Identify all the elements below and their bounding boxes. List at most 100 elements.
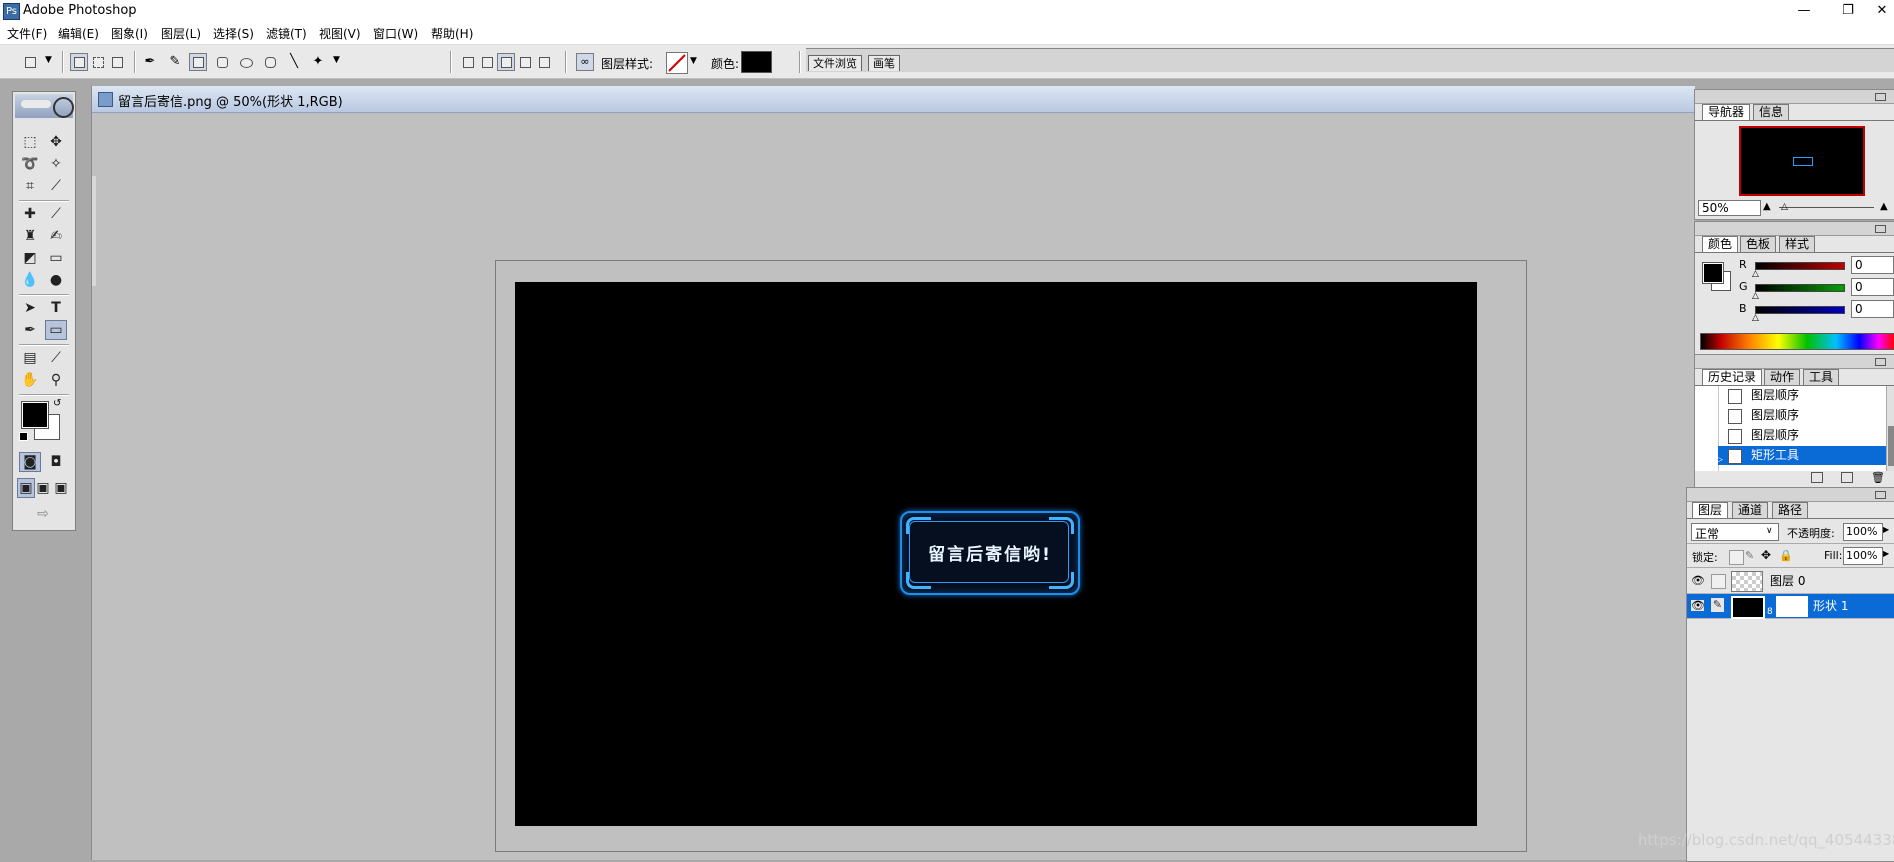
layer-row-selected[interactable]: 👁 ✎ 8 形状 1 xyxy=(1687,594,1894,619)
blue-slider[interactable] xyxy=(1755,306,1845,314)
pen-icon[interactable]: ✒ xyxy=(141,53,159,71)
minimize-button[interactable]: — xyxy=(1782,0,1826,22)
chevron-down-icon[interactable]: ▼ xyxy=(690,56,697,66)
tab-swatches[interactable]: 色板 xyxy=(1740,236,1777,252)
swap-colors-icon[interactable]: ↺ xyxy=(53,398,61,409)
history-item[interactable]: 图层顺序 xyxy=(1718,406,1886,425)
default-colors-icon[interactable] xyxy=(19,432,28,441)
panel-minimize-icon[interactable] xyxy=(1875,358,1886,366)
path-selection-icon[interactable]: ➤ xyxy=(19,298,41,318)
screen-mode-full-menu-icon[interactable]: ▣ xyxy=(35,478,51,498)
layer-style-picker[interactable] xyxy=(666,52,688,74)
intersect-shape-areas-button[interactable] xyxy=(516,53,534,71)
menu-select[interactable]: 选择(S) xyxy=(213,25,254,42)
menu-layer[interactable]: 图层(L) xyxy=(161,25,201,42)
notes-tool-icon[interactable]: ▤ xyxy=(19,348,41,368)
quick-mask-icon[interactable]: ◘ xyxy=(45,452,67,472)
lasso-tool-icon[interactable]: ➰ xyxy=(19,154,41,174)
dodge-tool-icon[interactable]: ● xyxy=(45,270,67,290)
blue-value-field[interactable]: 0 xyxy=(1851,300,1894,318)
menu-window[interactable]: 窗口(W) xyxy=(373,25,418,42)
panel-title-bar[interactable] xyxy=(1695,222,1894,236)
history-item[interactable]: 图层顺序 xyxy=(1718,386,1886,405)
green-slider-thumb[interactable]: △ xyxy=(1752,291,1759,301)
tab-info[interactable]: 信息 xyxy=(1753,104,1790,120)
history-slider-icon[interactable]: ▷ xyxy=(1716,451,1723,470)
foreground-color-swatch[interactable] xyxy=(1702,262,1724,284)
blur-tool-icon[interactable]: 💧 xyxy=(19,270,41,290)
link-icon[interactable]: ∞ xyxy=(576,53,594,71)
freeform-pen-icon[interactable]: ✎ xyxy=(166,53,184,71)
gradient-tool-icon[interactable]: ▭ xyxy=(45,248,67,268)
panel-minimize-icon[interactable] xyxy=(1875,93,1886,101)
menu-file[interactable]: 文件(F) xyxy=(7,25,47,42)
trash-icon[interactable]: 🗑 xyxy=(1871,471,1885,484)
tab-paths[interactable]: 路径 xyxy=(1772,502,1809,518)
tool-preset-picker[interactable] xyxy=(21,53,39,71)
lock-position-icon[interactable]: ✥ xyxy=(1761,548,1771,562)
lock-all-icon[interactable]: 🔒 xyxy=(1779,549,1793,562)
zoom-tool-icon[interactable]: ⚲ xyxy=(45,370,67,390)
crop-tool-icon[interactable]: ⌗ xyxy=(19,176,41,196)
chevron-down-icon[interactable]: ▼ xyxy=(333,55,340,65)
red-value-field[interactable]: 0 xyxy=(1851,256,1894,274)
tab-file-browser[interactable]: 文件浏览 xyxy=(808,55,862,71)
restore-button[interactable]: ❐ xyxy=(1826,0,1870,22)
clone-stamp-icon[interactable]: ♜ xyxy=(19,226,41,246)
history-scrollbar[interactable] xyxy=(1886,386,1894,471)
visibility-eye-icon[interactable]: 👁 xyxy=(1691,600,1705,611)
layer-row[interactable]: 👁 图层 0 xyxy=(1687,569,1894,594)
marquee-tool-icon[interactable]: ⬚ xyxy=(19,132,41,152)
fill-pixels-button[interactable] xyxy=(108,53,126,71)
ellipse-tool-button[interactable] xyxy=(237,53,255,71)
screen-mode-full-icon[interactable]: ▣ xyxy=(53,478,69,498)
zoom-out-icon[interactable]: ▲ xyxy=(1763,201,1771,212)
menu-view[interactable]: 视图(V) xyxy=(319,25,361,42)
lock-transparency-icon[interactable] xyxy=(1729,550,1744,565)
eraser-icon[interactable]: ◩ xyxy=(19,248,41,268)
tab-styles[interactable]: 样式 xyxy=(1779,236,1816,252)
history-item-selected[interactable]: ▷ 矩形工具 xyxy=(1716,446,1886,465)
history-item[interactable]: 图层顺序 xyxy=(1718,426,1886,445)
jump-to-imageready-icon[interactable]: ⇨ xyxy=(19,504,67,524)
tab-layers[interactable]: 图层 xyxy=(1692,502,1729,518)
standard-mode-icon[interactable]: ◙ xyxy=(19,452,41,472)
opacity-field[interactable]: 100% xyxy=(1843,523,1883,541)
line-tool-icon[interactable]: ╲ xyxy=(285,53,303,71)
add-to-shape-area-button[interactable] xyxy=(478,53,496,71)
visibility-eye-icon[interactable]: 👁 xyxy=(1691,575,1705,586)
type-tool-icon[interactable]: T xyxy=(45,298,67,318)
move-tool-icon[interactable]: ✥ xyxy=(45,132,67,152)
green-value-field[interactable]: 0 xyxy=(1851,278,1894,296)
canvas[interactable]: 留言后寄信哟! xyxy=(515,282,1477,826)
tab-actions[interactable]: 动作 xyxy=(1764,369,1801,385)
tab-color[interactable]: 颜色 xyxy=(1702,236,1739,252)
green-slider[interactable] xyxy=(1755,284,1845,292)
red-slider-thumb[interactable]: △ xyxy=(1752,269,1759,279)
brush-icon[interactable]: ✎ xyxy=(1711,598,1724,612)
zoom-slider[interactable] xyxy=(1779,207,1874,208)
panel-title-bar[interactable] xyxy=(1695,355,1894,369)
paths-button[interactable] xyxy=(89,53,107,71)
color-swatch[interactable] xyxy=(741,51,772,73)
new-snapshot-icon[interactable] xyxy=(1841,472,1853,483)
zoom-field[interactable]: 50% xyxy=(1698,200,1761,216)
blend-mode-select[interactable]: 正常 ∨ xyxy=(1691,523,1779,541)
scrollbar-thumb[interactable] xyxy=(1888,426,1894,466)
polygon-tool-button[interactable] xyxy=(261,53,279,71)
tab-brushes[interactable]: 画笔 xyxy=(868,55,900,71)
chevron-down-icon[interactable]: ▼ xyxy=(45,55,52,65)
panel-title-bar[interactable] xyxy=(1695,90,1894,104)
red-slider[interactable] xyxy=(1755,262,1845,270)
menu-filter[interactable]: 滤镜(T) xyxy=(266,25,307,42)
panel-title-bar[interactable] xyxy=(1687,488,1894,502)
shape-layers-button[interactable] xyxy=(70,53,88,71)
new-document-from-state-icon[interactable] xyxy=(1811,472,1823,483)
rectangle-tool-button[interactable] xyxy=(189,53,207,71)
create-new-shape-layer-button[interactable] xyxy=(459,53,477,71)
color-ramp[interactable] xyxy=(1700,333,1894,350)
pen-tool-icon[interactable]: ✒ xyxy=(19,320,41,340)
fill-arrow-icon[interactable]: ▶ xyxy=(1883,549,1889,558)
subtract-from-shape-area-button[interactable] xyxy=(497,53,515,71)
blue-slider-thumb[interactable]: △ xyxy=(1752,313,1759,323)
